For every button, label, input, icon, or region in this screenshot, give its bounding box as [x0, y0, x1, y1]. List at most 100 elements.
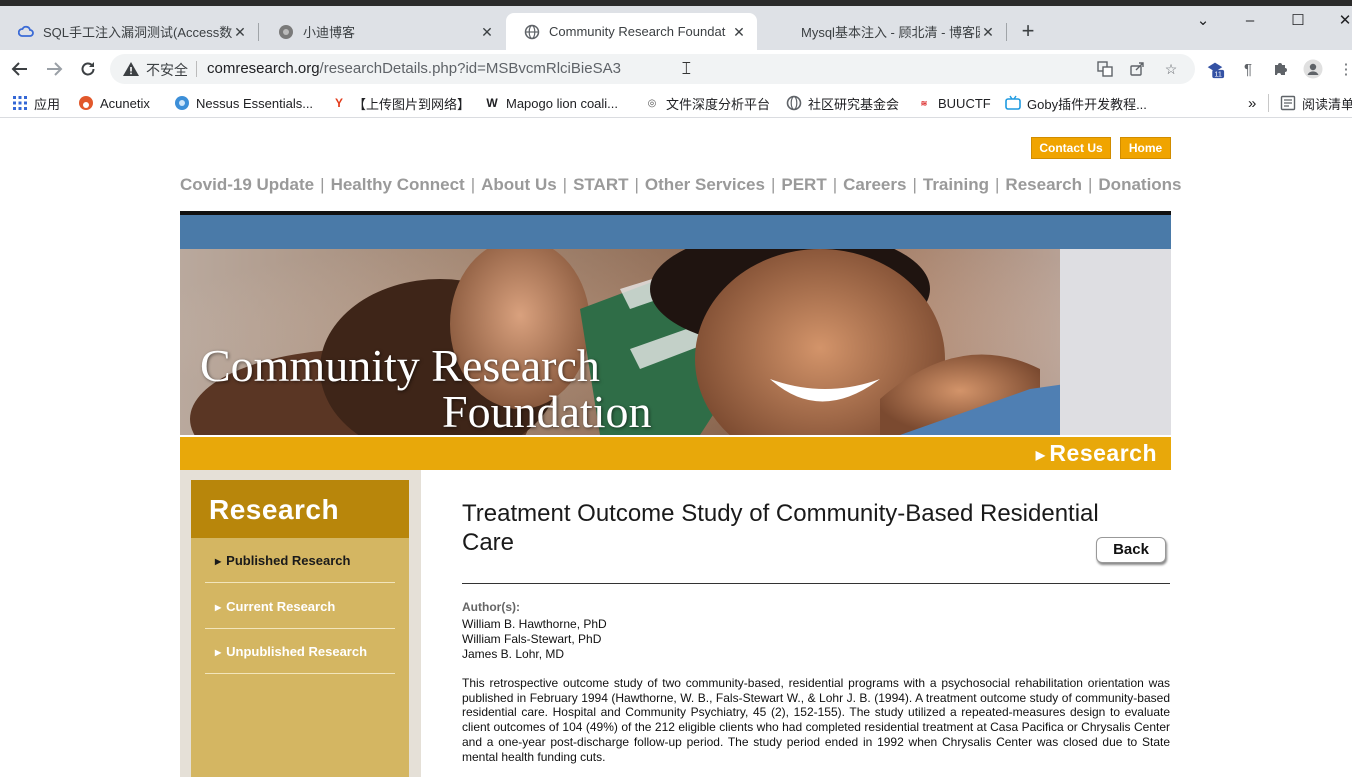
nav-link-other-services[interactable]: Other Services: [645, 175, 765, 195]
main-navigation: Covid-19 Update | Healthy Connect | About Us…: [180, 175, 1182, 197]
forward-arrow-icon[interactable]: [42, 57, 66, 81]
sidebar-item-unpublished-research[interactable]: ▶ Unpublished Research: [205, 630, 395, 674]
nav-link-start[interactable]: START: [573, 175, 628, 195]
wikipedia-w-icon: W: [486, 96, 498, 110]
tab-search-chevron-icon[interactable]: ⌄: [1191, 12, 1215, 30]
bookmark-reading-list[interactable]: 阅读清单: [1280, 94, 1352, 112]
bookmarks-bar: 应用 Acunetix Nessus Essentials... Y 【上传图片…: [0, 88, 1352, 118]
tab-close-icon[interactable]: ✕: [479, 24, 495, 40]
maximize-button[interactable]: ☐: [1286, 12, 1310, 30]
nav-separator: |: [1087, 175, 1093, 194]
brand-title-line2: Foundation: [442, 386, 652, 435]
minimize-button[interactable]: –: [1238, 12, 1262, 30]
bookmark-goby[interactable]: Goby插件开发教程...: [1005, 94, 1147, 112]
nav-link-healthy-connect[interactable]: Healthy Connect: [331, 175, 465, 195]
bookmark-label: 阅读清单: [1302, 96, 1352, 112]
url-text[interactable]: comresearch.org/researchDetails.php?id=M…: [207, 60, 621, 77]
bookmark-buuctf[interactable]: ≋ BUUCTF: [916, 94, 991, 112]
back-arrow-icon[interactable]: [8, 57, 32, 81]
bookmark-mapogo[interactable]: W Mapogo lion coali...: [484, 94, 618, 112]
tab-close-icon[interactable]: ✕: [232, 24, 248, 40]
tab-divider: [1006, 23, 1007, 41]
nav-separator: |: [770, 175, 776, 194]
nav-link-about-us[interactable]: About Us: [481, 175, 557, 195]
tab-close-icon[interactable]: ✕: [731, 24, 747, 40]
tab-title: Community Research Foundat: [549, 24, 726, 39]
reload-icon[interactable]: [76, 57, 100, 81]
bookmark-label: Nessus Essentials...: [196, 95, 314, 111]
tab-community-research[interactable]: Community Research Foundat ✕: [506, 13, 757, 50]
banner-section-bar: ▶ Research: [180, 437, 1171, 470]
home-button[interactable]: Home: [1120, 137, 1171, 159]
author-name: William B. Hawthorne, PhD: [462, 617, 607, 631]
nav-link-covid-19-update[interactable]: Covid-19 Update: [180, 175, 314, 195]
web-page: Contact Us Home Covid-19 Update | Healthy …: [0, 119, 1352, 777]
eye-icon: ◎: [647, 97, 657, 109]
tab-sql-injection[interactable]: SQL手工注入漏洞测试(Access数 ✕: [0, 13, 258, 50]
nav-link-research[interactable]: Research: [1005, 175, 1082, 195]
bookmark-upload-image[interactable]: Y 【上传图片到网络】: [331, 94, 470, 112]
author-name: William Fals-Stewart, PhD: [462, 632, 602, 646]
puzzle-extensions-icon[interactable]: [1270, 59, 1290, 79]
extension-badge-count: 11: [1214, 70, 1222, 79]
triangle-right-icon: ▶: [215, 556, 222, 566]
translate-icon[interactable]: [1096, 60, 1114, 78]
sidebar-container: Research ▶ Published Research ▶ Current Re…: [180, 470, 421, 777]
bookmark-apps[interactable]: 应用: [12, 94, 60, 112]
nav-link-pert[interactable]: PERT: [781, 175, 826, 195]
site-banner: Community Research Foundation ▶ Research: [180, 211, 1171, 470]
bookmark-label: Mapogo lion coali...: [506, 95, 619, 111]
window-top-edge: [0, 0, 1352, 6]
nav-separator: |: [634, 175, 639, 194]
author-name: James B. Lohr, MD: [462, 647, 565, 661]
sidebar-item-current-research[interactable]: ▶ Current Research: [205, 585, 395, 629]
profile-avatar-icon[interactable]: [1303, 59, 1323, 79]
bookmark-label: 【上传图片到网络】: [353, 96, 471, 112]
extension-badge-icon[interactable]: 11: [1205, 59, 1225, 79]
tab-title: Mysql基本注入 - 顾北清 - 博客园: [801, 25, 980, 40]
blog-icon: [776, 24, 792, 40]
bookmark-acunetix[interactable]: Acunetix: [78, 94, 150, 112]
share-icon[interactable]: [1128, 60, 1146, 78]
browser-toolbar: 不安全 comresearch.org/researchDetails.php?…: [0, 50, 1352, 88]
banner-blue-strip: [180, 215, 1171, 249]
menu-kebab-icon[interactable]: ⋮: [1336, 59, 1352, 79]
bookmark-label: 社区研究基金会: [808, 96, 900, 112]
close-window-button[interactable]: ✕: [1333, 12, 1352, 30]
bookmark-nessus[interactable]: Nessus Essentials...: [174, 94, 313, 112]
tab-close-icon[interactable]: ✕: [980, 24, 996, 40]
triangle-right-icon: ▶: [215, 647, 222, 657]
nav-link-training[interactable]: Training: [923, 175, 989, 195]
tab-title: SQL手工注入漏洞测试(Access数: [43, 25, 232, 40]
upload-y-icon: Y: [334, 96, 343, 110]
triangle-right-icon: ▶: [215, 602, 222, 612]
bookmarks-overflow-button[interactable]: »: [1248, 94, 1256, 112]
tab-xiaodi-blog[interactable]: 小迪博客 ✕: [260, 13, 505, 50]
article-abstract: This retrospective outcome study of two …: [462, 676, 1170, 764]
nav-link-careers[interactable]: Careers: [843, 175, 906, 195]
nav-separator: |: [995, 175, 1000, 194]
new-tab-button[interactable]: +: [1016, 20, 1040, 44]
address-separator: [196, 61, 197, 77]
apps-grid-icon: [12, 95, 28, 111]
bookmark-label: 应用: [34, 96, 61, 112]
warning-triangle-icon[interactable]: [122, 60, 140, 78]
tab-mysql-injection[interactable]: Mysql基本注入 - 顾北清 - 博客园 ✕: [758, 13, 1006, 50]
back-button[interactable]: Back: [1096, 537, 1166, 563]
section-label-text: Research: [1049, 440, 1157, 466]
nav-separator: |: [832, 175, 838, 194]
acunetix-icon: [78, 95, 94, 111]
bookmark-file-analysis[interactable]: ◎ 文件深度分析平台: [644, 94, 770, 112]
address-bar[interactable]: 不安全 comresearch.org/researchDetails.php?…: [110, 54, 1195, 84]
nav-separator: |: [320, 175, 325, 194]
nav-link-donations[interactable]: Donations: [1098, 175, 1181, 195]
banner-family-photo: Community Research Foundation: [180, 249, 1171, 435]
contact-us-button[interactable]: Contact Us: [1031, 137, 1111, 159]
sidebar-item-label: Current Research: [226, 599, 336, 614]
sidebar-item-published-research[interactable]: ▶ Published Research: [205, 539, 395, 583]
bookmark-crf[interactable]: 社区研究基金会: [786, 94, 899, 112]
security-status-label[interactable]: 不安全: [146, 60, 188, 80]
cloud-icon: [18, 24, 34, 40]
pilcrow-extension-icon[interactable]: ¶: [1238, 59, 1258, 79]
bookmark-star-icon[interactable]: ☆: [1162, 60, 1180, 78]
